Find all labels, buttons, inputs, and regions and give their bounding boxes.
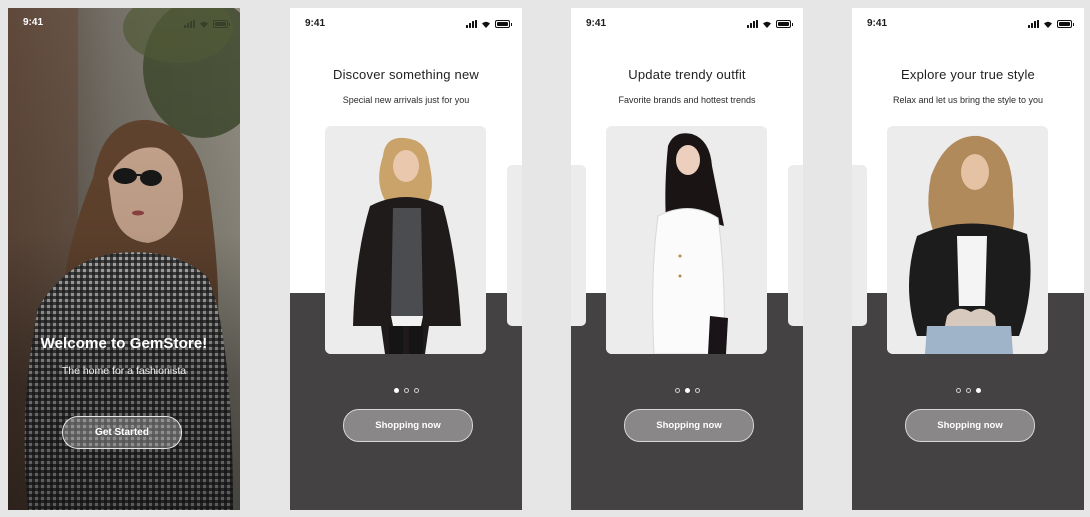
onboarding-title: Discover something new (332, 67, 480, 82)
wifi-icon (763, 21, 771, 28)
onboarding-screen-3: 9:41 Explore your true style Relax and l… (852, 8, 1084, 510)
status-bar: 9:41 (8, 8, 240, 38)
status-time: 9:41 (867, 18, 888, 29)
page-dot-1[interactable] (955, 388, 961, 393)
welcome-screen: 9:41 Welcome to GemStore! The home for a… (8, 8, 240, 510)
wifi-icon (1044, 21, 1052, 28)
model-photo-fur-coat (325, 126, 486, 354)
shopping-now-button[interactable]: Shopping now (343, 409, 473, 442)
page-dot-2[interactable] (403, 388, 409, 393)
status-icons (1028, 20, 1074, 28)
status-bar: 9:41 (852, 8, 1084, 38)
status-bar: 9:41 (290, 8, 522, 38)
status-time: 9:41 (305, 18, 326, 29)
page-dot-1[interactable] (674, 388, 680, 393)
welcome-subtitle: The home for a fashionista (61, 365, 187, 377)
status-icons (466, 20, 512, 28)
battery-icon (776, 20, 793, 28)
page-indicator (290, 388, 522, 393)
onboarding-subtitle: Special new arrivals just for you (342, 95, 470, 105)
shopping-now-button[interactable]: Shopping now (624, 409, 754, 442)
fashion-photo-card[interactable] (887, 126, 1048, 354)
onboarding-title: Explore your true style (901, 67, 1035, 82)
cellular-signal-icon (184, 20, 195, 28)
page-dot-2[interactable] (965, 388, 971, 393)
onboarding-subtitle: Favorite brands and hottest trends (618, 95, 756, 105)
page-dot-3[interactable] (694, 388, 700, 393)
previous-card-peek[interactable] (571, 165, 586, 326)
page-indicator (571, 388, 803, 393)
page-dot-3[interactable] (413, 388, 419, 393)
onboarding-screen-1: 9:41 Discover something new Special new … (290, 8, 522, 510)
wifi-icon (200, 21, 208, 28)
status-time: 9:41 (586, 18, 607, 29)
onboarding-title: Update trendy outfit (628, 67, 746, 82)
model-photo-leather-jacket (887, 126, 1048, 354)
battery-icon (213, 20, 230, 28)
cellular-signal-icon (1028, 20, 1039, 28)
next-card-peek[interactable] (788, 165, 803, 326)
next-card-peek[interactable] (507, 165, 522, 326)
page-dot-1[interactable] (393, 388, 399, 393)
page-dot-2[interactable] (684, 388, 690, 393)
status-icons (184, 20, 230, 28)
status-bar: 9:41 (571, 8, 803, 38)
fashion-photo-card[interactable] (325, 126, 486, 354)
model-photo-white-coat (606, 126, 767, 354)
battery-icon (1057, 20, 1074, 28)
previous-card-peek[interactable] (852, 165, 867, 326)
status-time: 9:41 (23, 17, 44, 28)
onboarding-subtitle: Relax and let us bring the style to you (892, 95, 1044, 105)
onboarding-screen-2: 9:41 Update trendy outfit Favorite brand… (571, 8, 803, 510)
battery-icon (495, 20, 512, 28)
wifi-icon (482, 21, 490, 28)
page-dot-3[interactable] (975, 388, 981, 393)
page-indicator (852, 388, 1084, 393)
get-started-button[interactable]: Get Started (62, 416, 182, 449)
status-icons (747, 20, 793, 28)
cellular-signal-icon (747, 20, 758, 28)
fashion-photo-card[interactable] (606, 126, 767, 354)
cellular-signal-icon (466, 20, 477, 28)
shopping-now-button[interactable]: Shopping now (905, 409, 1035, 442)
welcome-title: Welcome to GemStore! (40, 335, 208, 352)
